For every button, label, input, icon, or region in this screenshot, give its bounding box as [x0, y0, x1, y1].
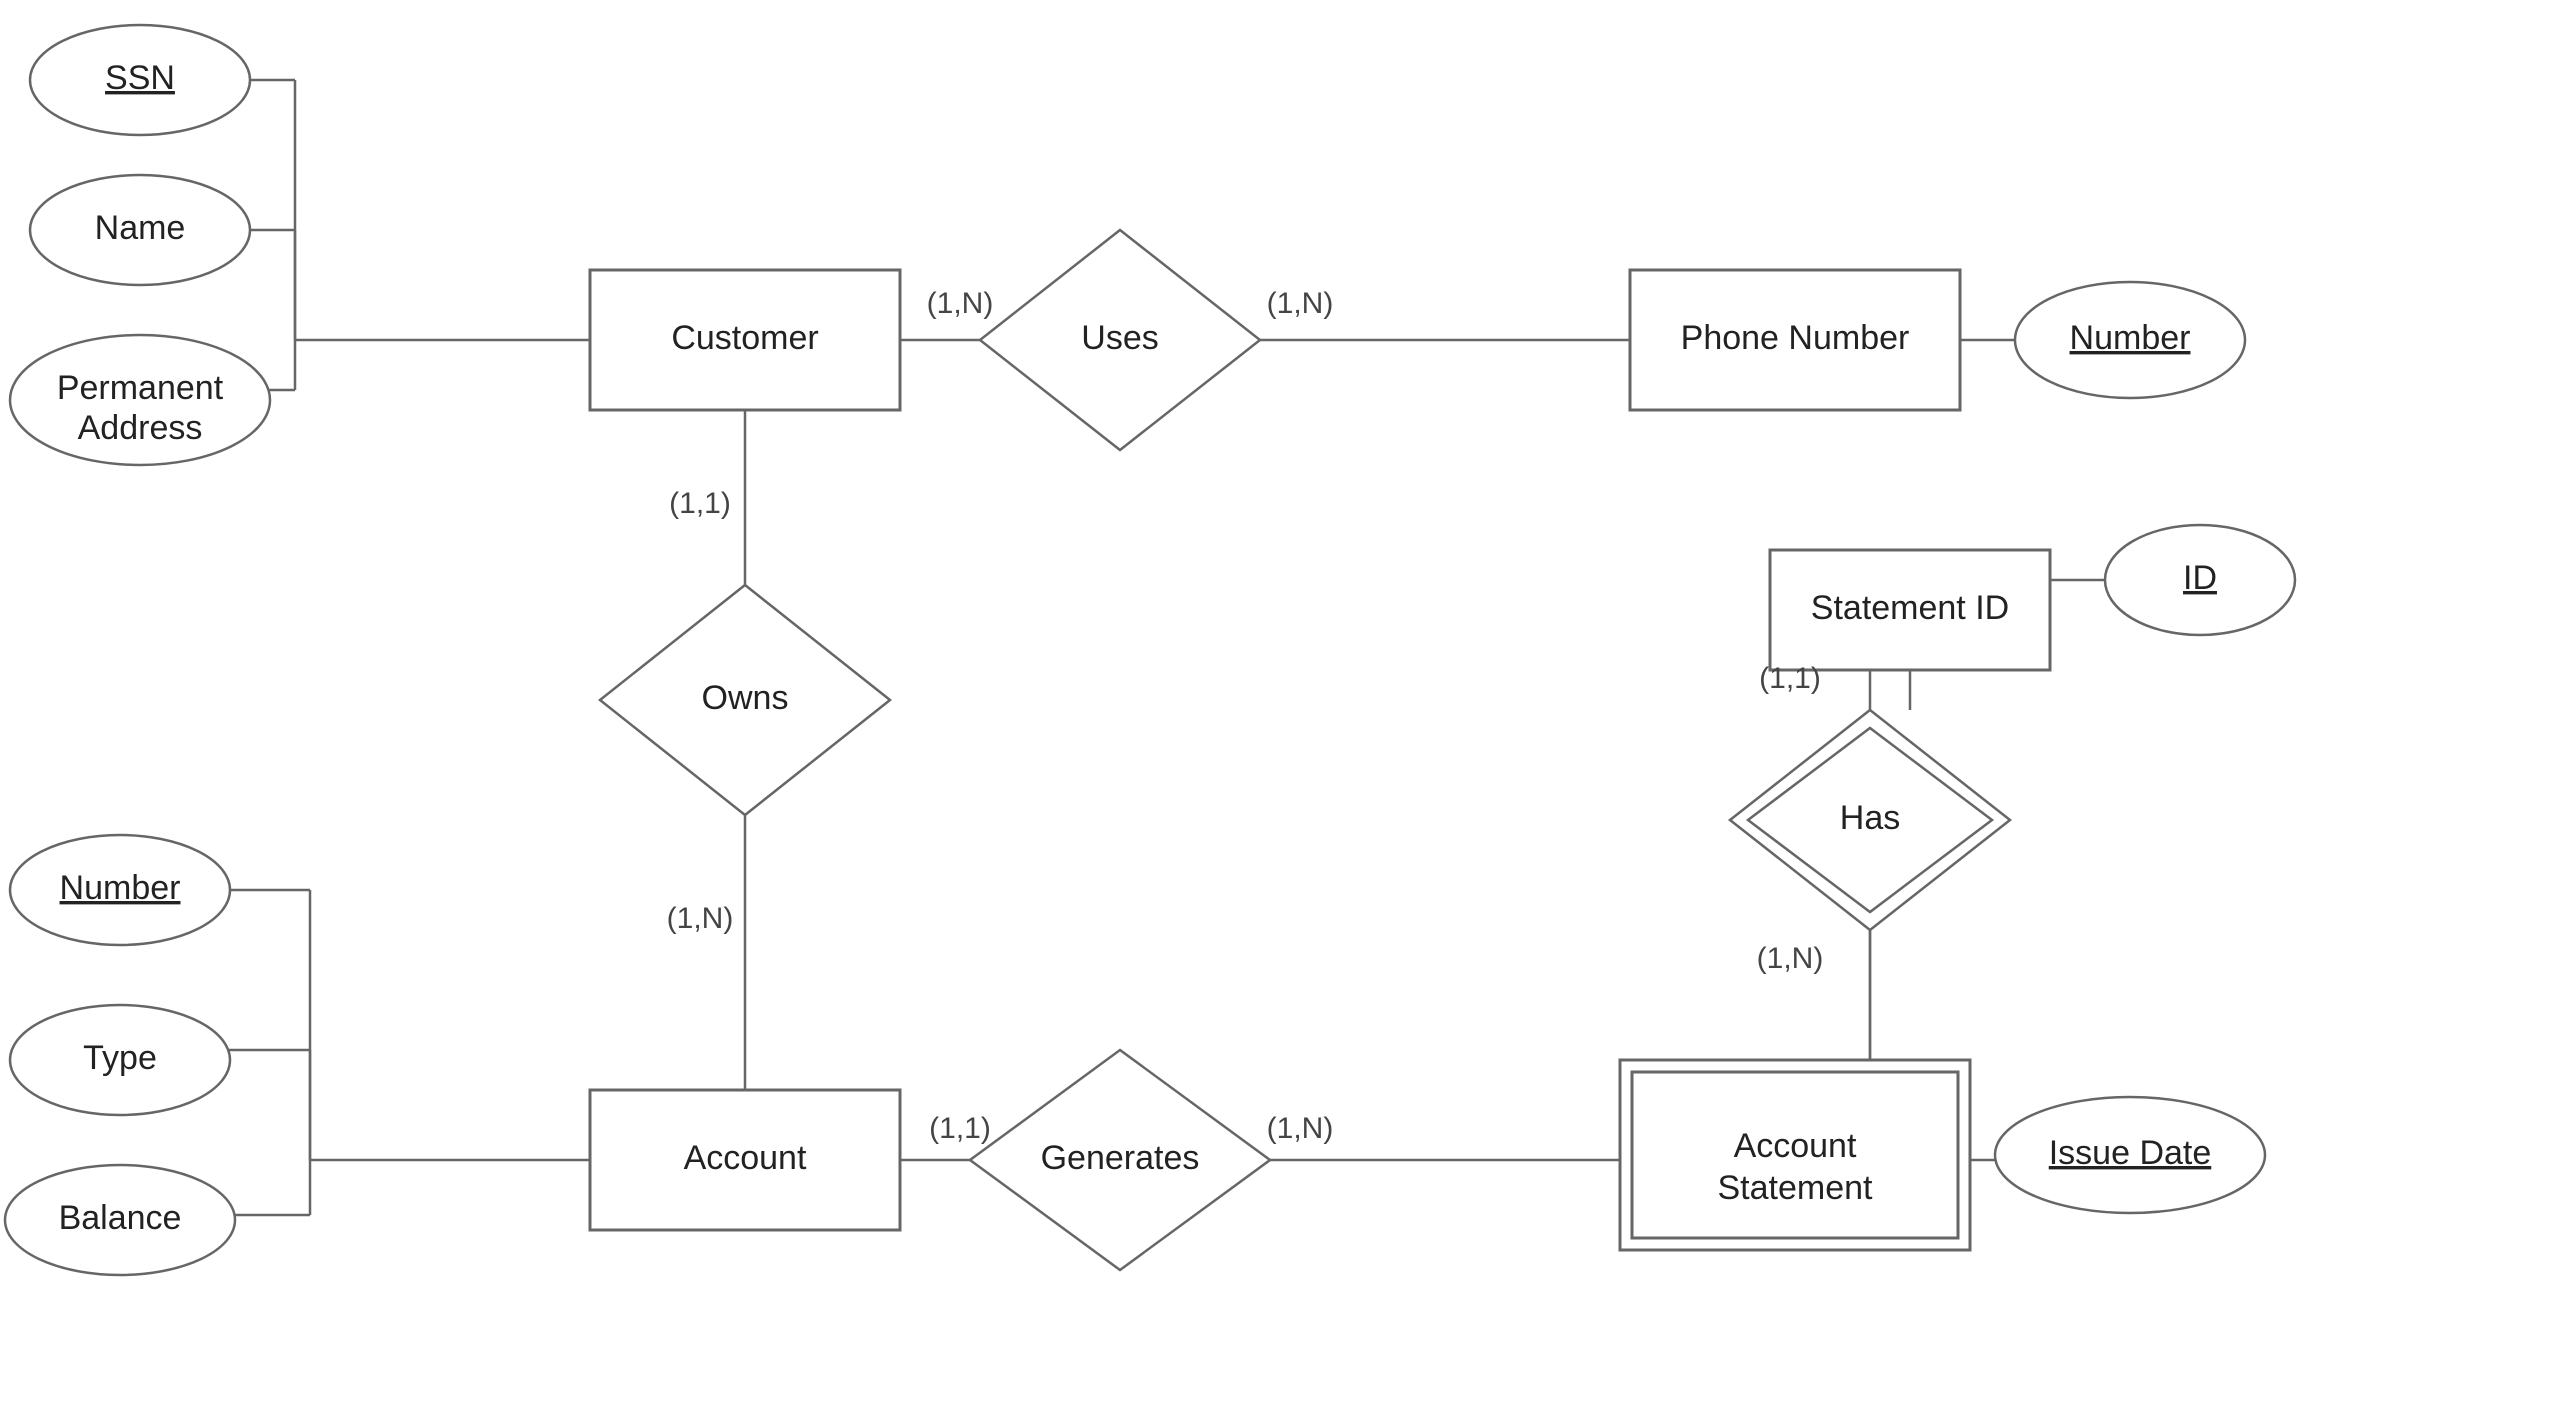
er-diagram: Customer Phone Number Account Account St… [0, 0, 2550, 1425]
attr-perm-addr-label1: Permanent [57, 369, 224, 407]
entity-account-label: Account [684, 1139, 807, 1177]
attr-type-label: Type [83, 1039, 157, 1077]
entity-account-statement-label2: Statement [1718, 1169, 1874, 1207]
attr-id-label: ID [2183, 559, 2217, 597]
card-generates-statement: (1,N) [1267, 1112, 1334, 1145]
card-owns-account: (1,N) [667, 902, 734, 935]
entity-customer-label: Customer [671, 319, 818, 357]
attr-ssn-label: SSN [105, 59, 175, 97]
attr-balance-label: Balance [59, 1199, 182, 1237]
card-customer-owns: (1,1) [669, 487, 731, 520]
relationship-generates-label: Generates [1041, 1139, 1200, 1177]
card-customer-uses: (1,N) [927, 287, 994, 320]
relationship-uses-label: Uses [1081, 319, 1158, 357]
entity-account-statement-label1: Account [1734, 1127, 1857, 1165]
attr-account-number-label: Number [60, 869, 181, 907]
relationship-owns-label: Owns [702, 679, 789, 717]
attr-phone-number-label: Number [2070, 319, 2191, 357]
card-account-generates: (1,1) [929, 1112, 991, 1145]
attr-perm-addr-label2: Address [78, 409, 203, 447]
card-has-statement: (1,N) [1757, 942, 1824, 975]
attr-name-label: Name [95, 209, 186, 247]
entity-statement-id-label: Statement ID [1811, 589, 2009, 627]
relationship-has-label: Has [1840, 799, 1900, 837]
attr-issue-date-label: Issue Date [2049, 1134, 2212, 1172]
card-statementid-has: (1,1) [1759, 662, 1821, 695]
card-uses-phone: (1,N) [1267, 287, 1334, 320]
entity-phone-number-label: Phone Number [1681, 319, 1910, 357]
